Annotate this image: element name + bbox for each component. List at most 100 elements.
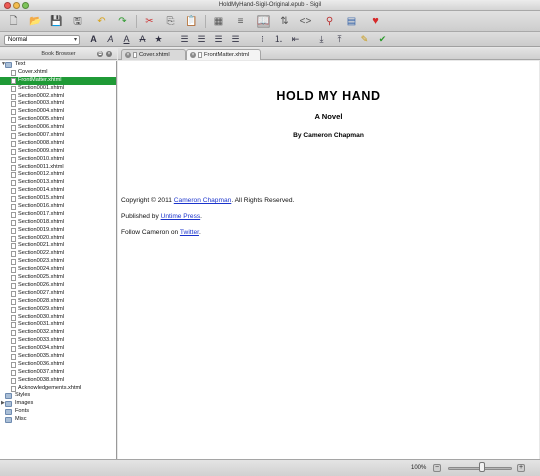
file-item[interactable]: Section0037.xhtml (0, 369, 116, 377)
zoom-window-button[interactable] (22, 2, 29, 9)
paragraph-style-select[interactable]: Normal ▾ (4, 35, 80, 45)
code-view-icon[interactable]: <> (299, 15, 312, 28)
close-window-button[interactable] (4, 2, 11, 9)
file-label: FrontMatter.xhtml (18, 76, 62, 83)
folder-label: Text (15, 61, 26, 67)
file-item[interactable]: Section0011.xhtml (0, 164, 116, 172)
open-icon[interactable]: 📂 (29, 15, 42, 28)
folder-images[interactable]: ▶ Images (0, 400, 116, 408)
zoom-slider-thumb[interactable] (479, 462, 485, 472)
split-view-icon[interactable]: ⇅ (278, 15, 291, 28)
xhtml-file-icon (11, 196, 16, 203)
bullet-list-icon[interactable]: ⁝ (257, 34, 268, 45)
folder-styles[interactable]: Styles (0, 392, 116, 400)
file-item[interactable]: Section0027.xhtml (0, 290, 116, 298)
file-item[interactable]: Acknowledgements.xhtml (0, 385, 116, 393)
float-panel-icon[interactable]: ⧉ (97, 51, 103, 57)
file-item[interactable]: Section0015.xhtml (0, 195, 116, 203)
redo-icon[interactable]: ↷ (116, 15, 129, 28)
file-item[interactable]: Section0033.xhtml (0, 337, 116, 345)
file-item[interactable]: Section0017.xhtml (0, 211, 116, 219)
file-item[interactable]: Section0035.xhtml (0, 353, 116, 361)
file-item[interactable]: Section0001.xhtml (0, 85, 116, 93)
tab-cover[interactable]: × Cover.xhtml (121, 49, 186, 60)
file-item[interactable]: Section0024.xhtml (0, 266, 116, 274)
file-item[interactable]: Section0032.xhtml (0, 329, 116, 337)
file-item[interactable]: Cover.xhtml (0, 69, 116, 77)
file-item[interactable]: Section0026.xhtml (0, 282, 116, 290)
file-item[interactable]: Section0022.xhtml (0, 250, 116, 258)
twitter-link[interactable]: Twitter (180, 229, 199, 236)
insert-page-break-icon[interactable]: ⤓ (316, 34, 327, 45)
file-item[interactable]: Section0010.xhtml (0, 156, 116, 164)
tidy-clean-icon[interactable]: ✎ (359, 34, 370, 45)
file-item[interactable]: Section0014.xhtml (0, 187, 116, 195)
file-item[interactable]: Section0007.xhtml (0, 132, 116, 140)
split-chapter-icon[interactable]: ⤒ (334, 34, 345, 45)
file-item[interactable]: Section0034.xhtml (0, 345, 116, 353)
file-item[interactable]: Section0038.xhtml (0, 377, 116, 385)
file-item[interactable]: Section0013.xhtml (0, 179, 116, 187)
file-item[interactable]: Section0006.xhtml (0, 124, 116, 132)
align-center-icon[interactable]: ☰ (196, 34, 207, 45)
file-item[interactable]: Section0012.xhtml (0, 171, 116, 179)
book-view-editor[interactable]: HOLD MY HAND A Novel By Cameron Chapman … (118, 61, 539, 459)
file-item[interactable]: Section0021.xhtml (0, 242, 116, 250)
copy-icon[interactable]: ⎘ (164, 15, 177, 28)
file-item[interactable]: Section0036.xhtml (0, 361, 116, 369)
file-item[interactable]: Section0009.xhtml (0, 148, 116, 156)
numbered-list-icon[interactable]: ⒈ (273, 34, 284, 45)
file-item[interactable]: Section0016.xhtml (0, 203, 116, 211)
zoom-out-button[interactable]: − (433, 464, 441, 472)
decrease-indent-icon[interactable]: ⇤ (290, 34, 301, 45)
paste-icon[interactable]: 📋 (185, 15, 198, 28)
file-item[interactable]: Section0018.xhtml (0, 219, 116, 227)
close-panel-icon[interactable]: × (106, 51, 112, 57)
file-item[interactable]: Section0023.xhtml (0, 258, 116, 266)
insert-image-icon[interactable]: ▦ (212, 15, 225, 28)
tab-frontmatter[interactable]: × FrontMatter.xhtml (186, 49, 261, 60)
find-icon[interactable]: ⚲ (323, 15, 336, 28)
file-item[interactable]: Section0028.xhtml (0, 298, 116, 306)
file-item[interactable]: Section0019.xhtml (0, 227, 116, 235)
publisher-link[interactable]: Untime Press (161, 213, 201, 220)
cut-icon[interactable]: ✂ (143, 15, 156, 28)
undo-icon[interactable]: ↶ (95, 15, 108, 28)
file-item[interactable]: Section0030.xhtml (0, 314, 116, 322)
file-item[interactable]: Section0029.xhtml (0, 306, 116, 314)
new-file-icon[interactable]: 🗋 (7, 15, 20, 28)
book-browser-tree[interactable]: ▼ Text Cover.xhtml FrontMatter.xhtml Secti… (0, 61, 117, 459)
validate-epub-icon[interactable]: ✔ (377, 34, 388, 45)
underline-icon[interactable]: A (121, 34, 132, 45)
folder-text[interactable]: ▼ Text (0, 61, 116, 69)
italic-icon[interactable]: A (105, 34, 116, 45)
close-tab-icon[interactable]: × (190, 52, 196, 58)
strikethrough-icon[interactable]: A (137, 34, 148, 45)
file-item[interactable]: Section0003.xhtml (0, 100, 116, 108)
file-item[interactable]: Section0025.xhtml (0, 274, 116, 282)
file-item[interactable]: Section0005.xhtml (0, 116, 116, 124)
book-view-icon[interactable]: 📖 (257, 15, 270, 28)
donate-heart-icon[interactable]: ♥ (369, 15, 382, 28)
folder-fonts[interactable]: Fonts (0, 408, 116, 416)
toc-icon[interactable]: ▤ (345, 15, 358, 28)
zoom-in-button[interactable]: + (517, 464, 525, 472)
file-item[interactable]: FrontMatter.xhtml (0, 76, 116, 85)
folder-misc[interactable]: Misc (0, 416, 116, 424)
file-item[interactable]: Section0002.xhtml (0, 93, 116, 101)
bold-icon[interactable]: A (88, 34, 99, 45)
align-left-icon[interactable]: ☰ (179, 34, 190, 45)
save-as-icon[interactable]: 🖫 (71, 15, 84, 28)
align-right-icon[interactable]: ☰ (213, 34, 224, 45)
justify-icon[interactable]: ☰ (230, 34, 241, 45)
author-link[interactable]: Cameron Chapman (174, 197, 232, 204)
file-item[interactable]: Section0020.xhtml (0, 235, 116, 243)
file-item[interactable]: Section0031.xhtml (0, 321, 116, 329)
minimize-window-button[interactable] (13, 2, 20, 9)
save-icon[interactable]: 💾 (50, 15, 63, 28)
file-item[interactable]: Section0004.xhtml (0, 108, 116, 116)
close-tab-icon[interactable]: × (125, 52, 131, 58)
insert-chapter-icon[interactable]: ≡ (234, 15, 247, 28)
file-item[interactable]: Section0008.xhtml (0, 140, 116, 148)
insert-special-icon[interactable]: ★ (153, 34, 164, 45)
